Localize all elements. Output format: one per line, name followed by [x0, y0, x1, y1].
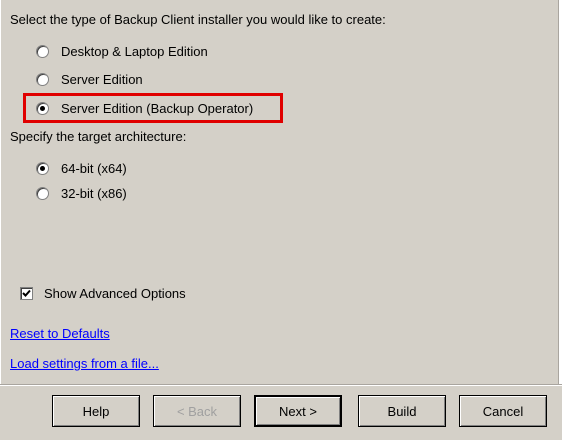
- installer-type-prompt: Select the type of Backup Client install…: [10, 12, 386, 27]
- checkbox-checked-icon[interactable]: [20, 286, 33, 300]
- checkbox-label: Show Advanced Options: [44, 285, 186, 301]
- radio-button-icon[interactable]: [36, 44, 49, 58]
- back-button[interactable]: < Back: [153, 395, 241, 427]
- help-button[interactable]: Help: [52, 395, 140, 427]
- radio-desktop-laptop[interactable]: Desktop & Laptop Edition: [36, 42, 208, 60]
- button-bar-divider: [0, 385, 562, 386]
- load-settings-link[interactable]: Load settings from a file...: [10, 356, 159, 371]
- radio-label: 64-bit (x64): [61, 160, 127, 176]
- radio-button-selected-icon[interactable]: [36, 161, 49, 175]
- show-advanced-options-checkbox[interactable]: Show Advanced Options: [20, 284, 186, 302]
- radio-button-icon[interactable]: [36, 72, 49, 86]
- radio-label: Desktop & Laptop Edition: [61, 43, 208, 59]
- cancel-button[interactable]: Cancel: [459, 395, 547, 427]
- architecture-prompt: Specify the target architecture:: [10, 129, 187, 144]
- reset-to-defaults-link[interactable]: Reset to Defaults: [10, 326, 110, 341]
- window-left-edge: [0, 0, 1, 384]
- window-right-edge: [558, 0, 562, 384]
- installer-wizard-window: Select the type of Backup Client install…: [0, 0, 562, 440]
- radio-label: 32-bit (x86): [61, 185, 127, 201]
- build-button[interactable]: Build: [358, 395, 446, 427]
- radio-32-bit[interactable]: 32-bit (x86): [36, 184, 127, 202]
- radio-server-edition[interactable]: Server Edition: [36, 70, 143, 88]
- radio-64-bit[interactable]: 64-bit (x64): [36, 159, 127, 177]
- radio-label: Server Edition: [61, 71, 143, 87]
- selection-highlight-box: [23, 93, 283, 123]
- next-button[interactable]: Next >: [254, 395, 342, 427]
- radio-button-icon[interactable]: [36, 186, 49, 200]
